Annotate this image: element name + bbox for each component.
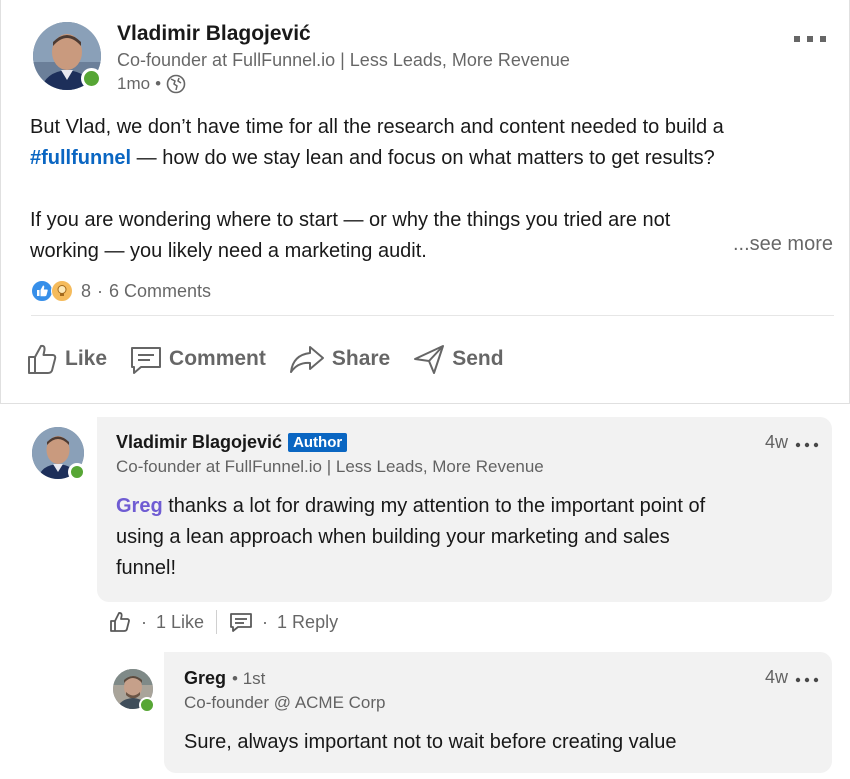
reply-count[interactable]: 1 Reply — [277, 612, 338, 633]
dot-separator: · — [262, 611, 269, 632]
comment-time: 4w — [765, 432, 789, 452]
comment-line-3: funnel! — [116, 557, 177, 579]
comment-icon — [229, 610, 253, 634]
reply-author-name[interactable]: Greg — [184, 668, 226, 689]
mention-link[interactable]: Greg — [116, 495, 163, 517]
comments-count[interactable]: 6 Comments — [109, 281, 211, 302]
comment-more-icon[interactable] — [795, 428, 821, 454]
send-label: Send — [452, 347, 504, 370]
comment-line-2: using a lean approach when building your… — [116, 526, 670, 548]
comment-like-button[interactable] — [108, 610, 132, 634]
post-text-line-1: But Vlad, we don’t have time for all the… — [30, 116, 724, 138]
post-text-line-2-rest: — how do we stay lean and focus on what … — [131, 147, 715, 169]
reaction-count[interactable]: 8 — [81, 281, 91, 302]
comment-likes-count[interactable]: 1 Like — [156, 612, 204, 633]
connection-degree: • 1st — [232, 668, 266, 688]
comments-separator — [0, 403, 850, 404]
like-button[interactable]: Like — [25, 342, 107, 376]
comment-button[interactable]: Comment — [129, 342, 266, 376]
post-author-name[interactable]: Vladimir Blagojević — [117, 22, 311, 46]
post-meta: 1mo • — [117, 74, 186, 94]
post-time: 1mo — [117, 74, 151, 93]
comment-label: Comment — [169, 347, 266, 370]
reply-text: Sure, always important not to wait befor… — [184, 731, 677, 753]
send-button[interactable]: Send — [412, 342, 504, 376]
hashtag-link[interactable]: #fullfunnel — [30, 147, 131, 169]
meta-separator: • — [155, 74, 162, 93]
share-label: Share — [331, 347, 391, 370]
comment-icon — [129, 342, 163, 376]
globe-icon — [166, 74, 186, 94]
comment-author-headline: Co-founder at FullFunnel.io | Less Leads… — [116, 457, 544, 476]
thumbs-up-icon — [108, 610, 132, 634]
online-status-dot — [139, 697, 155, 713]
online-status-dot — [81, 68, 102, 89]
dot-separator: · — [141, 611, 147, 632]
online-status-dot — [68, 463, 86, 481]
reply-author[interactable]: Greg • 1st — [184, 668, 265, 689]
share-arrow-icon — [288, 342, 326, 376]
feed-post: Vladimir Blagojević Co-founder at FullFu… — [0, 0, 850, 403]
post-text-line-3: If you are wondering where to start — or… — [30, 209, 671, 231]
send-icon — [412, 342, 446, 376]
more-horizontal-icon[interactable] — [793, 20, 827, 52]
reply-more-icon[interactable] — [795, 663, 821, 689]
comment-author[interactable]: Vladimir Blagojević Author — [116, 432, 348, 453]
comment-author-name[interactable]: Vladimir Blagojević — [116, 432, 282, 453]
counts-separator: · — [97, 280, 104, 301]
post-body: But Vlad, we don’t have time for all the… — [30, 112, 835, 267]
reply-button[interactable] — [229, 610, 253, 634]
comment-actions: · 1 Like · 1 Reply — [108, 608, 338, 636]
post-action-bar: Like Comment Share Send — [25, 336, 526, 382]
insightful-reaction-icon — [51, 280, 73, 302]
post-text-line-4: working — you likely need a marketing au… — [30, 240, 427, 262]
post-divider — [31, 315, 834, 316]
thumbs-up-icon — [25, 342, 59, 376]
see-more-button[interactable]: ...see more — [733, 233, 833, 256]
reply-time: 4w — [765, 667, 789, 687]
comment-line-1-rest: thanks a lot for drawing my attention to… — [162, 495, 706, 517]
like-reaction-icon — [31, 280, 53, 302]
reply-author-headline: Co-founder @ ACME Corp — [184, 693, 386, 712]
actions-divider — [216, 610, 218, 634]
like-label: Like — [65, 347, 108, 370]
author-badge: Author — [288, 433, 348, 452]
comment-line-1: Greg thanks a lot for drawing my attenti… — [116, 491, 816, 522]
post-text-line-2: #fullfunnel — how do we stay lean and fo… — [30, 143, 835, 174]
post-author-headline: Co-founder at FullFunnel.io | Less Leads… — [117, 50, 570, 70]
social-counts[interactable]: 8 · 6 Comments — [31, 278, 211, 304]
reaction-summary: 8 · 6 Comments — [81, 281, 211, 302]
share-button[interactable]: Share — [288, 342, 390, 376]
comment-text: Greg thanks a lot for drawing my attenti… — [116, 491, 816, 584]
